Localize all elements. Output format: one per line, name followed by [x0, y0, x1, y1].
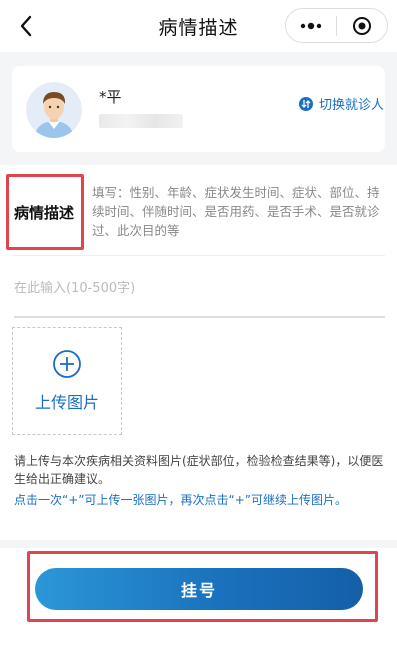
description-form: 病情描述 填写：性别、年龄、症状发生时间、症状、部位、持续时间、伴随时间、是否用… — [0, 165, 397, 540]
patient-card: *平 切换就诊人 — [12, 66, 385, 152]
description-input[interactable]: 在此输入(10-500字) — [14, 277, 135, 296]
upload-note-highlight: 点击一次“+”可上传一张图片，再次点击“+”可继续上传图片。 — [14, 493, 347, 507]
plus-circle-icon — [53, 350, 81, 378]
more-dots-icon — [300, 22, 322, 29]
input-underline — [14, 316, 385, 318]
patient-name: *平 — [99, 88, 122, 106]
switch-icon — [299, 96, 313, 111]
divider — [12, 255, 385, 256]
nav-bar: 病情描述 — [0, 0, 397, 52]
description-hint: 填写：性别、年龄、症状发生时间、症状、部位、持续时间、伴随时间、是否用药、是否手… — [92, 185, 380, 238]
upload-note: 请上传与本次疾病相关资料图片(症状部位，检验检查结果等)，以便医生给出正确建议。 — [14, 454, 384, 486]
switch-patient-link[interactable]: 切换就诊人 — [299, 94, 384, 113]
avatar — [26, 82, 82, 138]
close-target-icon — [353, 16, 371, 35]
description-label: 病情描述 — [14, 204, 75, 222]
mini-program-capsule — [285, 8, 388, 43]
switch-patient-label: 切换就诊人 — [319, 98, 385, 113]
bottom-bar: 挂号 — [0, 548, 397, 645]
close-button[interactable] — [337, 9, 387, 42]
doctor-avatar-icon — [26, 82, 82, 138]
upload-image-button[interactable]: 上传图片 — [12, 327, 122, 435]
more-button[interactable] — [286, 9, 336, 42]
upload-image-label: 上传图片 — [34, 393, 99, 412]
patient-id-masked — [99, 114, 183, 128]
register-button[interactable]: 挂号 — [35, 568, 363, 610]
